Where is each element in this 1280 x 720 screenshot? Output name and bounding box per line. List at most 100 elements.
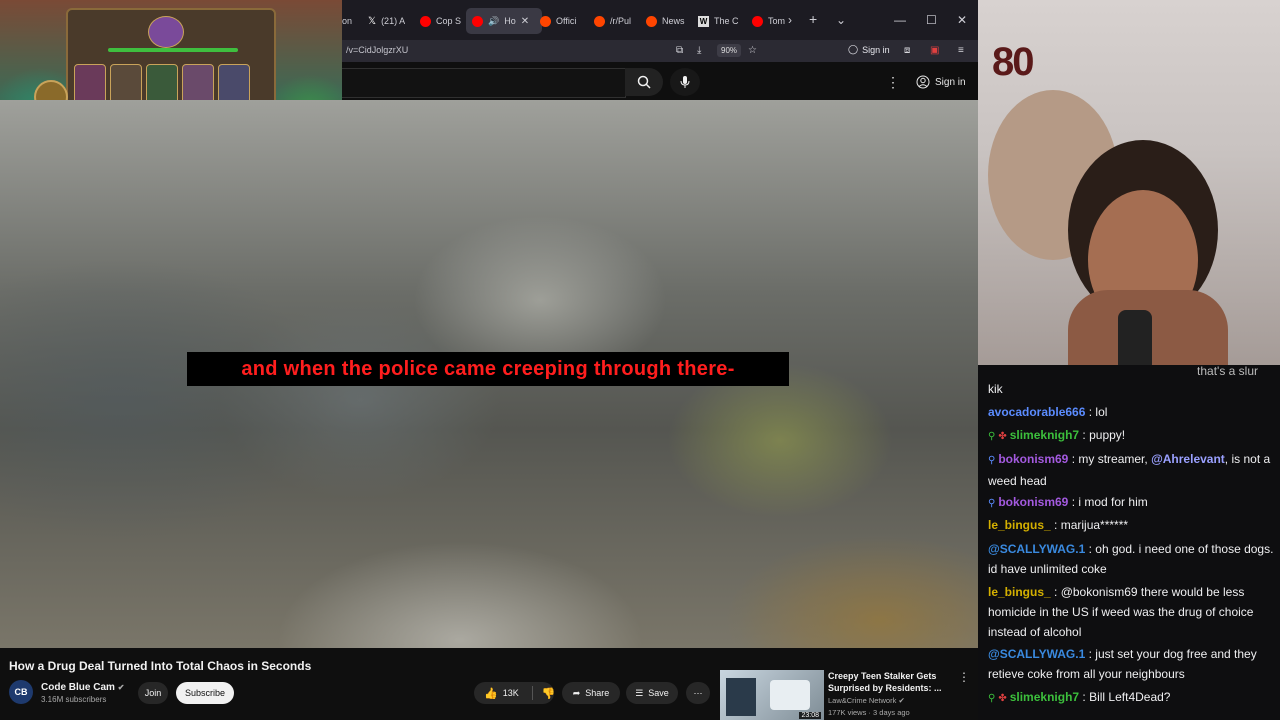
search-input[interactable] <box>342 68 626 98</box>
share-arrow-icon: ➦ <box>572 687 581 698</box>
microphone-icon <box>680 76 690 88</box>
chat-username[interactable]: avocadorable666 <box>988 405 1085 419</box>
chat-username[interactable]: bokonism69 <box>998 452 1068 466</box>
browser-tab[interactable]: 𝕏 (21) A <box>368 8 405 34</box>
thumbs-down-icon[interactable]: 👎 <box>542 687 556 700</box>
save-label: Save <box>648 688 669 698</box>
search-icon <box>637 75 651 89</box>
like-button[interactable]: 👍 13K 👎 <box>474 682 556 704</box>
chat-message: ⚲ ✤ slimeknigh7 : Bill Left4Dead? <box>988 687 1278 709</box>
thumbs-up-icon: 👍 <box>484 687 498 700</box>
browser-tab[interactable]: W The C <box>698 8 739 34</box>
save-playlist-icon: ☰ <box>635 687 644 698</box>
webcam-feed: 80 <box>978 0 1280 372</box>
tab-label: Tom <box>768 16 786 26</box>
account-circle-icon <box>916 75 930 89</box>
picture-in-picture-icon[interactable]: ⧉ <box>676 45 683 56</box>
download-icon[interactable]: ⤓ <box>697 45 701 56</box>
tab-label: /r/Pul <box>610 16 632 26</box>
chat-username[interactable]: @SCALLYWAG.1 <box>988 542 1085 556</box>
zoom-level[interactable]: 90% <box>717 44 742 57</box>
search-button[interactable] <box>625 68 663 96</box>
video-duration: 23:08 <box>799 712 821 719</box>
url-text[interactable]: /v=CidJolgzrXU <box>346 45 408 55</box>
chat-text: lol <box>1095 405 1108 419</box>
subscriber-count: 3.16M subscribers <box>41 695 107 704</box>
recommended-more-icon[interactable]: ⋮ <box>958 670 970 684</box>
account-icon: ◯ <box>848 44 859 54</box>
webcam-background-sign: 80 <box>992 40 1034 84</box>
browser-sign-in-button[interactable]: ◯ Sign in <box>848 44 890 55</box>
browser-tab[interactable]: News <box>646 8 685 34</box>
new-tab-icon[interactable]: + <box>809 11 817 27</box>
addon-badge-icon[interactable]: ▣ <box>930 45 939 56</box>
browser-sign-in-label: Sign in <box>862 44 890 55</box>
chat-text: marijua****** <box>1060 518 1129 532</box>
x-logo-icon: 𝕏 <box>368 15 377 27</box>
share-label: Share <box>585 688 610 698</box>
person-badge-icon: ⚲ <box>988 431 996 442</box>
tab-label: Offici <box>556 16 577 26</box>
recommended-channel-label: Law&Crime Network <box>828 696 897 705</box>
youtube-sign-in-button[interactable]: Sign in <box>908 70 974 94</box>
voice-search-button[interactable] <box>670 68 700 96</box>
settings-kebab-icon[interactable]: ⋮ <box>886 74 900 91</box>
youtube-favicon-icon <box>472 15 483 27</box>
chat-message: ⚲ ✤ slimeknigh7 : puppy! <box>988 425 1278 447</box>
browser-tab[interactable]: Tom <box>752 8 785 34</box>
youtube-sign-in-label: Sign in <box>935 76 966 88</box>
chat-username[interactable]: @SCALLYWAG.1 <box>988 647 1085 661</box>
browser-tab[interactable]: Cop S <box>420 8 461 34</box>
browser-tab[interactable]: /r/Pul <box>594 8 631 34</box>
recommended-video-thumbnail[interactable]: 23:08 <box>720 670 824 720</box>
join-button[interactable]: Join <box>138 682 168 704</box>
tab-close-icon[interactable]: ✕ <box>521 16 529 27</box>
tab-label: News <box>662 16 685 26</box>
tab-scroll-right-icon[interactable]: › <box>788 13 792 27</box>
chat-text: i mod for him <box>1078 495 1148 509</box>
chat-message: ⚲ bokonism69 : i mod for him <box>988 492 1278 514</box>
tab-label: Ho <box>504 16 516 26</box>
video-subtitle: and when the police came creeping throug… <box>187 352 789 386</box>
chat-username[interactable]: le_bingus_ <box>988 518 1051 532</box>
stream-chat: that's a slur kik avocadorable666 : lol … <box>978 365 1280 720</box>
video-title: How a Drug Deal Turned Into Total Chaos … <box>9 659 312 673</box>
channel-name[interactable]: Code Blue Cam ✔ <box>41 682 124 693</box>
chat-text: puppy! <box>1089 428 1126 442</box>
subscribe-button[interactable]: Subscribe <box>176 682 234 704</box>
menu-hamburger-icon[interactable]: ≡ <box>958 45 964 56</box>
person-badge-icon: ⚲ <box>988 455 996 466</box>
mod-badge-icon: ✤ <box>998 431 1007 442</box>
bookmark-star-icon[interactable]: ☆ <box>748 45 757 56</box>
chat-username[interactable]: bokonism69 <box>998 495 1068 509</box>
browser-tab[interactable]: on <box>342 8 352 34</box>
chat-message: le_bingus_ : @bokonism69 there would be … <box>988 585 1254 639</box>
chat-username[interactable]: le_bingus_ <box>988 585 1051 599</box>
minimize-icon[interactable]: — <box>894 13 906 27</box>
chat-username[interactable]: slimeknigh7 <box>1010 690 1079 704</box>
close-window-icon[interactable]: ✕ <box>957 13 967 27</box>
recommended-channel[interactable]: Law&Crime Network ✔ <box>828 696 905 705</box>
chat-username[interactable]: slimeknigh7 <box>1010 428 1079 442</box>
browser-tab-active[interactable]: 🔊 Ho ✕ <box>466 8 542 34</box>
recommended-video-title[interactable]: Creepy Teen Stalker Gets Surprised by Re… <box>828 670 952 694</box>
channel-avatar[interactable]: CB <box>9 680 33 704</box>
like-count: 13K <box>502 688 519 698</box>
verified-check-icon: ✔ <box>898 696 905 705</box>
chat-mention[interactable]: @Ahrelevant <box>1151 452 1225 466</box>
chat-message: le_bingus_ : marijua****** <box>988 518 1129 532</box>
tab-label: on <box>342 16 353 26</box>
tab-label: The C <box>714 16 739 26</box>
more-actions-button[interactable]: ⋯ <box>686 682 710 704</box>
extensions-icon[interactable]: ⧈ <box>904 45 910 56</box>
browser-tab[interactable]: Offici <box>540 8 576 34</box>
list-tabs-chevron-icon[interactable]: ⌄ <box>836 13 846 27</box>
channel-name-label: Code Blue Cam <box>41 682 115 693</box>
maximize-icon[interactable]: ☐ <box>926 13 937 27</box>
save-button[interactable]: ☰ Save <box>626 682 678 704</box>
thumbnail-scene <box>770 680 810 710</box>
share-button[interactable]: ➦ Share <box>562 682 620 704</box>
verified-check-icon: ✔ <box>117 683 125 692</box>
reddit-favicon-icon <box>646 15 657 27</box>
thumbnail-logo <box>726 678 756 716</box>
